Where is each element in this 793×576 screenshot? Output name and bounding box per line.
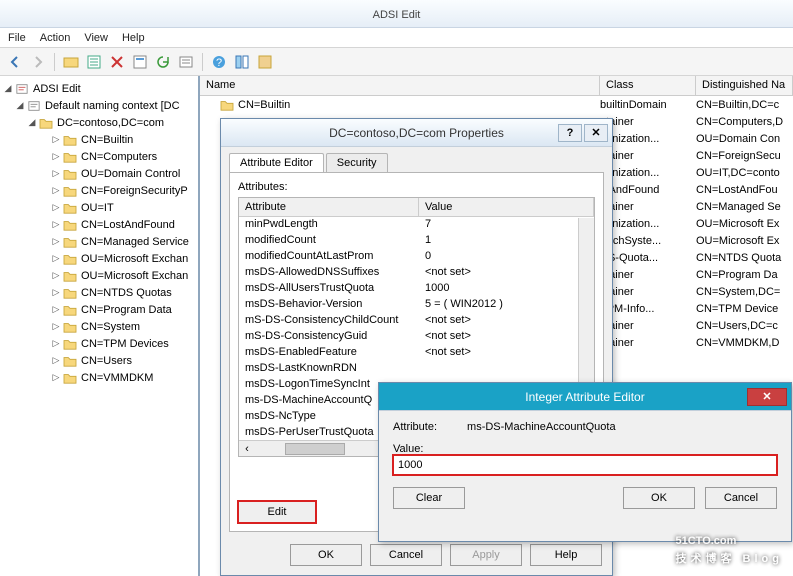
menu-view[interactable]: View (84, 32, 108, 44)
integer-editor-dialog: Integer Attribute Editor ✕ Attribute: ms… (378, 382, 792, 542)
tree-pane: ◢ ADSI Edit ◢ Default naming context [DC… (0, 76, 200, 576)
cancel-button[interactable]: Cancel (370, 544, 442, 566)
delete-icon[interactable] (107, 52, 127, 72)
attribute-row[interactable]: msDS-Behavior-Version5 = ( WIN2012 ) (239, 297, 594, 313)
close-icon[interactable]: ✕ (584, 124, 608, 142)
tree-item[interactable]: ▷CN=Builtin (0, 131, 198, 148)
view1-icon[interactable] (232, 52, 252, 72)
tree-item[interactable]: ▷CN=System (0, 318, 198, 335)
edit-button[interactable]: Edit (238, 501, 316, 523)
attribute-row[interactable]: msDS-AllUsersTrustQuota1000 (239, 281, 594, 297)
separator (202, 53, 203, 71)
attribute-name: ms-DS-MachineAccountQuota (467, 421, 616, 433)
separator (54, 53, 55, 71)
tree-item[interactable]: ▷CN=Users (0, 352, 198, 369)
dialog-titlebar: DC=contoso,DC=com Properties ? ✕ (221, 119, 612, 147)
dialog-title: Integer Attribute Editor (525, 390, 644, 404)
tree-item[interactable]: ▷OU=IT (0, 199, 198, 216)
forward-icon (28, 52, 48, 72)
tree-item[interactable]: ▷CN=LostAndFound (0, 216, 198, 233)
tree-item[interactable]: ▷CN=TPM Devices (0, 335, 198, 352)
tree-dc-label: DC=contoso,DC=com (57, 117, 164, 129)
attribute-row[interactable]: modifiedCountAtLastProm0 (239, 249, 594, 265)
properties-icon[interactable] (84, 52, 104, 72)
apply-button: Apply (450, 544, 522, 566)
help-button[interactable]: Help (530, 544, 602, 566)
attribute-row[interactable]: minPwdLength7 (239, 217, 594, 233)
clear-button[interactable]: Clear (393, 487, 465, 509)
tree-item[interactable]: ▷CN=ForeignSecurityP (0, 182, 198, 199)
help-button[interactable]: ? (558, 124, 582, 142)
back-icon[interactable] (5, 52, 25, 72)
dialog-title: DC=contoso,DC=com Properties (329, 126, 504, 140)
export-icon[interactable] (176, 52, 196, 72)
attribute-row[interactable]: mS-DS-ConsistencyChildCount<not set> (239, 313, 594, 329)
list-header: Name Class Distinguished Na (200, 76, 793, 96)
attr-col-value[interactable]: Value (419, 198, 594, 216)
tree-item[interactable]: ▷CN=Managed Service (0, 233, 198, 250)
menu-help[interactable]: Help (122, 32, 145, 44)
window-title: ADSI Edit (373, 9, 421, 21)
attribute-row[interactable]: msDS-AllowedDNSSuffixes<not set> (239, 265, 594, 281)
view2-icon[interactable] (255, 52, 275, 72)
help-icon[interactable]: ? (209, 52, 229, 72)
close-icon[interactable]: ✕ (747, 388, 787, 406)
tree-item[interactable]: ▷CN=Program Data (0, 301, 198, 318)
tree-item[interactable]: ▷CN=NTDS Quotas (0, 284, 198, 301)
window-titlebar: ADSI Edit (0, 0, 793, 28)
col-name[interactable]: Name (200, 76, 600, 95)
refresh-icon[interactable] (153, 52, 173, 72)
ok-button[interactable]: OK (623, 487, 695, 509)
cancel-button[interactable]: Cancel (705, 487, 777, 509)
attribute-label: Attribute: (393, 421, 437, 433)
attribute-row[interactable]: msDS-LastKnownRDN (239, 361, 594, 377)
col-dn[interactable]: Distinguished Na (696, 76, 793, 95)
tree-item[interactable]: ▷OU=Microsoft Exchan (0, 267, 198, 284)
tree-root[interactable]: ◢ ADSI Edit (0, 80, 198, 97)
menu-file[interactable]: File (8, 32, 26, 44)
value-input[interactable] (393, 455, 777, 475)
menubar: File Action View Help (0, 28, 793, 48)
attribute-row[interactable]: mS-DS-ConsistencyGuid<not set> (239, 329, 594, 345)
dialog-titlebar: Integer Attribute Editor ✕ (379, 383, 791, 411)
properties2-icon[interactable] (130, 52, 150, 72)
tab-security[interactable]: Security (326, 153, 388, 172)
svg-text:?: ? (216, 57, 222, 69)
attribute-row[interactable]: msDS-EnabledFeature<not set> (239, 345, 594, 361)
attributes-label: Attributes: (238, 181, 595, 193)
menu-action[interactable]: Action (40, 32, 71, 44)
tree-item[interactable]: ▷CN=VMMDKM (0, 369, 198, 386)
tree-context-label: Default naming context [DC (45, 100, 180, 112)
tree-root-label: ADSI Edit (33, 83, 81, 95)
tree-item[interactable]: ▷OU=Domain Control (0, 165, 198, 182)
folder-icon[interactable] (61, 52, 81, 72)
attr-col-attribute[interactable]: Attribute (239, 198, 419, 216)
ok-button[interactable]: OK (290, 544, 362, 566)
tree-item[interactable]: ▷CN=Computers (0, 148, 198, 165)
tree-dc[interactable]: ◢ DC=contoso,DC=com (0, 114, 198, 131)
col-class[interactable]: Class (600, 76, 696, 95)
toolbar: ? (0, 48, 793, 76)
tab-attribute-editor[interactable]: Attribute Editor (229, 153, 324, 172)
tree-context[interactable]: ◢ Default naming context [DC (0, 97, 198, 114)
tree-item[interactable]: ▷OU=Microsoft Exchan (0, 250, 198, 267)
value-label: Value: (393, 443, 777, 455)
attribute-row[interactable]: modifiedCount1 (239, 233, 594, 249)
list-row[interactable]: CN=BuiltinbuiltinDomainCN=Builtin,DC=c (200, 96, 793, 113)
